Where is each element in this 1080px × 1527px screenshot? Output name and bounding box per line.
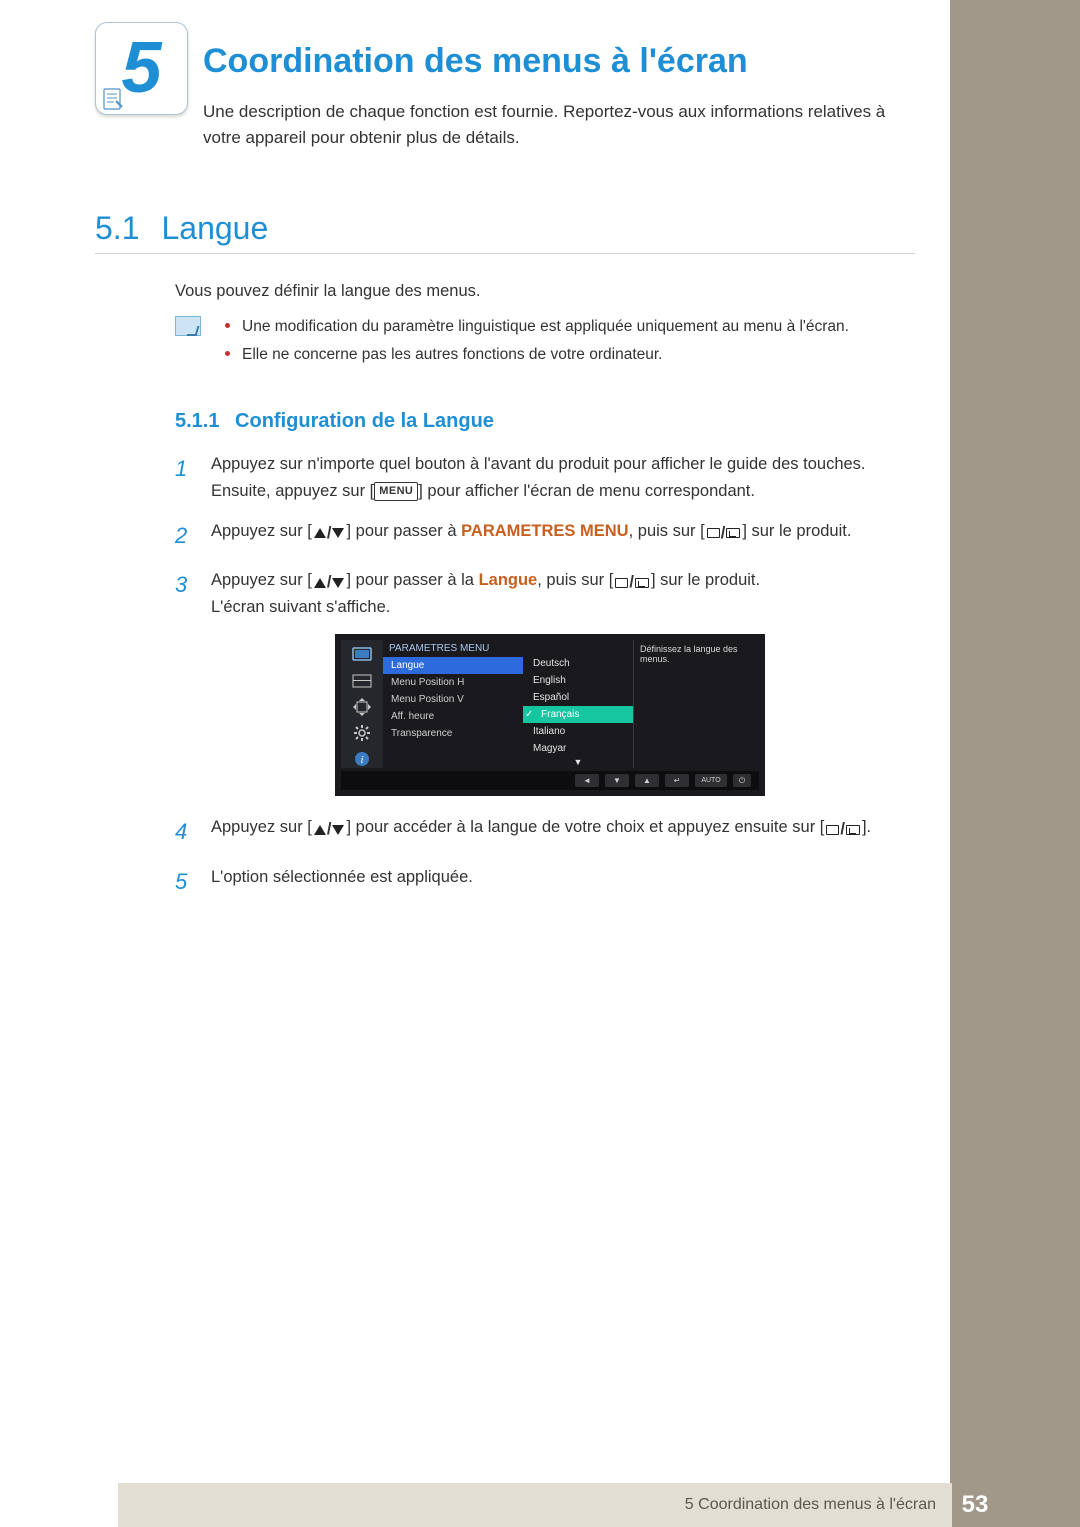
keyword-parametres-menu: PARAMETRES MENU (461, 522, 628, 540)
step-number: 2 (175, 518, 191, 553)
osd-options-column: Deutsch English Español Français Italian… (523, 640, 633, 768)
info-icon: i (350, 750, 374, 768)
osd-left-button-icon: ◄ (575, 774, 599, 787)
keyword-langue: Langue (479, 572, 538, 590)
section-intro: Vous pouvez définir la langue des menus. (175, 282, 915, 301)
menu-key-icon: MENU (374, 482, 418, 502)
subsection-number: 5.1.1 (175, 410, 219, 432)
svg-text:i: i (360, 754, 363, 766)
chapter-title: Coordination des menus à l'écran (203, 30, 915, 81)
margin-strip (950, 0, 1080, 1527)
select-enter-keys-icon: / (615, 569, 649, 595)
subsection-title: Configuration de la Langue (235, 410, 494, 432)
subsection-header: 5.1.1 Configuration de la Langue (175, 410, 915, 433)
steps-list-cont: 4 Appuyez sur [/] pour accéder à la lang… (175, 814, 915, 898)
osd-power-button-icon: ⏻ (733, 774, 751, 787)
osd-icon-column: i (341, 640, 383, 768)
osd-option: Deutsch (523, 655, 633, 672)
note-list: Une modification du paramètre linguistiq… (225, 313, 849, 369)
monitor-icon (350, 646, 374, 664)
up-down-keys-icon: / (314, 569, 345, 595)
page-footer: 5 Coordination des menus à l'écran 53 (0, 1483, 1080, 1527)
section-title: Langue (161, 210, 268, 247)
osd-menu-column: PARAMETRES MENU Langue Menu Position H M… (383, 640, 523, 768)
note-block: Une modification du paramètre linguistiq… (175, 313, 915, 369)
step: 4 Appuyez sur [/] pour accéder à la lang… (175, 814, 915, 849)
position-icon (350, 698, 374, 716)
steps-list: 1 Appuyez sur n'importe quel bouton à l'… (175, 451, 915, 620)
step: 5 L'option sélectionnée est appliquée. (175, 864, 915, 899)
osd-menu-header: PARAMETRES MENU (383, 640, 523, 657)
note-icon (102, 87, 124, 111)
osd-option: English (523, 672, 633, 689)
osd-option: Español (523, 689, 633, 706)
step-text: Appuyez sur n'importe quel bouton à l'av… (211, 451, 915, 504)
osd-panel: i PARAMETRES MENU Langue Menu Position H… (335, 634, 765, 796)
step: 1 Appuyez sur n'importe quel bouton à l'… (175, 451, 915, 504)
up-down-keys-icon: / (314, 816, 345, 842)
step-number: 3 (175, 567, 191, 620)
footer-title: 5 Coordination des menus à l'écran (118, 1483, 952, 1527)
osd-menu-item: Transparence (383, 725, 523, 742)
osd-screenshot: i PARAMETRES MENU Langue Menu Position H… (335, 634, 915, 796)
up-down-keys-icon: / (314, 520, 345, 546)
info-icon (175, 316, 201, 336)
osd-option: Magyar (523, 740, 633, 757)
chapter-badge: 5 (95, 22, 188, 115)
pip-icon (350, 672, 374, 690)
step-text: L'option sélectionnée est appliquée. (211, 864, 473, 899)
osd-menu-item: Aff. heure (383, 708, 523, 725)
scroll-down-icon: ▼ (523, 757, 633, 767)
step-number: 5 (175, 864, 191, 899)
section-number: 5.1 (95, 210, 139, 247)
note-item: Une modification du paramètre linguistiq… (225, 313, 849, 341)
select-enter-keys-icon: / (707, 520, 741, 546)
step-text: Appuyez sur [/] pour passer à la Langue,… (211, 567, 760, 620)
chapter-intro: Une description de chaque fonction est f… (203, 99, 915, 152)
step-text: Appuyez sur [/] pour accéder à la langue… (211, 814, 871, 849)
gear-icon (350, 724, 374, 742)
osd-option: Italiano (523, 723, 633, 740)
footer-page-number: 53 (952, 1483, 998, 1527)
osd-menu-item: Menu Position H (383, 674, 523, 691)
note-item: Elle ne concerne pas les autres fonction… (225, 341, 849, 369)
osd-menu-item: Menu Position V (383, 691, 523, 708)
step: 3 Appuyez sur [/] pour passer à la Langu… (175, 567, 915, 620)
osd-button-bar: ◄ ▼ ▲ ↵ AUTO ⏻ (341, 771, 759, 790)
osd-down-button-icon: ▼ (605, 774, 629, 787)
select-enter-keys-icon: / (826, 816, 860, 842)
osd-enter-button-icon: ↵ (665, 774, 689, 787)
step-number: 4 (175, 814, 191, 849)
section-header: 5.1 Langue (95, 210, 915, 254)
step-text: Appuyez sur [/] pour passer à PARAMETRES… (211, 518, 851, 553)
osd-up-button-icon: ▲ (635, 774, 659, 787)
osd-auto-button: AUTO (695, 774, 727, 787)
osd-menu-item-selected: Langue (383, 657, 523, 674)
osd-tooltip: Définissez la langue des menus. (633, 640, 751, 768)
page: 5 Coordination des menus à l'écran Une d… (0, 0, 1080, 1527)
step-number: 1 (175, 451, 191, 504)
step: 2 Appuyez sur [/] pour passer à PARAMETR… (175, 518, 915, 553)
osd-option-selected: Français (523, 706, 633, 723)
content: 5 Coordination des menus à l'écran Une d… (95, 30, 915, 913)
